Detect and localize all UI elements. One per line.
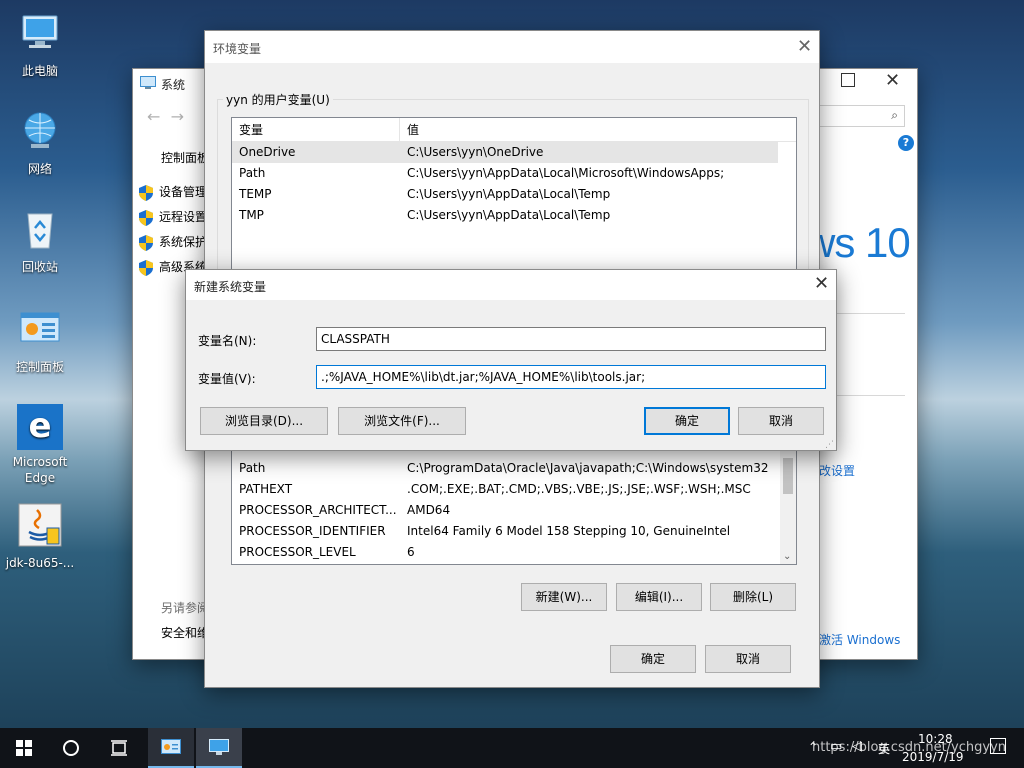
desktop-icon-network[interactable]: 网络 <box>2 108 78 177</box>
edit-variable-button[interactable]: 编辑(I)... <box>616 583 702 611</box>
close-button[interactable]: ✕ <box>885 70 900 91</box>
control-panel-icon <box>161 739 181 754</box>
column-header-value[interactable]: 值 <box>400 118 778 141</box>
resize-grip-icon[interactable]: ⋰ <box>825 440 834 450</box>
desktop-icon-this-pc[interactable]: 此电脑 <box>2 10 78 79</box>
search-box[interactable]: ⌕ <box>817 105 905 127</box>
delete-variable-button[interactable]: 删除(L) <box>710 583 796 611</box>
env-window-title: 环境变量 <box>213 42 262 56</box>
side-link-device-manager[interactable]: 设备管理 <box>139 183 207 201</box>
new-system-variable-dialog: 新建系统变量 ✕ 变量名(N): CLASSPATH 变量值(V): .;%JA… <box>185 269 837 451</box>
help-icon[interactable]: ? <box>898 135 914 151</box>
shield-icon <box>139 209 153 226</box>
windows-start-icon[interactable] <box>16 740 32 756</box>
scrollbar-thumb[interactable] <box>783 458 793 494</box>
taskbar-app-system[interactable] <box>196 728 242 768</box>
env-ok-button[interactable]: 确定 <box>610 645 696 673</box>
system-vars-list[interactable]: Path C:\ProgramData\Oracle\Java\javapath… <box>231 445 797 565</box>
task-view-icon[interactable] <box>110 740 128 756</box>
nav-arrows: ← → <box>147 107 184 126</box>
scrollbar[interactable]: ⌄ <box>780 446 796 564</box>
desktop-icon-label: 回收站 <box>21 260 58 274</box>
java-installer-icon <box>18 503 62 547</box>
watermark-text: https://blog.csdn.net/ychgyyn <box>812 740 1007 755</box>
maximize-button[interactable] <box>841 73 855 87</box>
table-row[interactable]: TMP C:\Users\yyn\AppData\Local\Temp <box>232 205 796 226</box>
control-panel-icon <box>20 312 60 342</box>
activate-windows-link[interactable]: 激活 Windows <box>819 631 900 648</box>
variable-value-field[interactable]: .;%JAVA_HOME%\lib\dt.jar;%JAVA_HOME%\lib… <box>316 365 826 389</box>
desktop-icon-jdk-installer[interactable]: jdk-8u65-... <box>2 502 78 571</box>
browse-file-button[interactable]: 浏览文件(F)... <box>338 407 466 435</box>
dialog-title-bar: 新建系统变量 ✕ <box>186 270 836 300</box>
shield-icon <box>139 234 153 251</box>
table-row[interactable]: PROCESSOR_ARCHITECT... AMD64 <box>232 500 796 521</box>
recycle-bin-icon <box>27 213 53 249</box>
chevron-down-icon[interactable]: ⌄ <box>783 551 791 562</box>
variable-name-field[interactable]: CLASSPATH <box>316 327 826 351</box>
desktop-icon-label: jdk-8u65-... <box>5 556 75 570</box>
windows-brand-text: ws 10 <box>805 219 911 266</box>
cortana-search-icon[interactable] <box>63 740 79 756</box>
user-vars-group-label: yyn 的用户变量(U) <box>223 91 333 108</box>
computer-icon <box>209 739 229 755</box>
side-link-system-protection[interactable]: 系统保护 <box>139 233 207 251</box>
back-arrow-icon[interactable]: ← <box>147 107 160 126</box>
shield-icon <box>139 259 153 276</box>
variable-name-label: 变量名(N): <box>198 334 257 348</box>
desktop-icon-label: 此电脑 <box>21 64 58 78</box>
env-title-bar: 环境变量 ✕ <box>205 31 819 63</box>
shield-icon <box>139 184 153 201</box>
computer-icon <box>22 15 58 48</box>
browse-directory-button[interactable]: 浏览目录(D)... <box>200 407 328 435</box>
variable-value-label: 变量值(V): <box>198 372 256 386</box>
table-row[interactable]: PROCESSOR_IDENTIFIER Intel64 Family 6 Mo… <box>232 521 796 542</box>
new-variable-button[interactable]: 新建(W)... <box>521 583 607 611</box>
change-settings-link[interactable]: 改设置 <box>819 462 855 479</box>
desktop-icon-control-panel[interactable]: 控制面板 <box>2 306 78 375</box>
desktop-icon-edge[interactable]: e Microsoft Edge <box>2 404 78 486</box>
side-link-remote-settings[interactable]: 远程设置 <box>139 208 207 226</box>
desktop-icon-label: 网络 <box>27 162 52 176</box>
desktop-icon-label: 控制面板 <box>15 360 64 374</box>
edge-icon: e <box>17 404 63 450</box>
table-row[interactable]: PROCESSOR_LEVEL 6 <box>232 542 796 563</box>
table-row[interactable]: Path C:\ProgramData\Oracle\Java\javapath… <box>232 458 796 479</box>
taskbar: ⌃ ▭ ◁ 英 10:28 2019/7/19 https://blog.csd… <box>0 728 1024 768</box>
dialog-cancel-button[interactable]: 取消 <box>738 407 824 435</box>
control-panel-link[interactable]: 控制面板 <box>161 149 209 166</box>
user-vars-list[interactable]: 变量 值 OneDrive C:\Users\yyn\OneDrive Path… <box>231 117 797 275</box>
table-row[interactable]: TEMP C:\Users\yyn\AppData\Local\Temp <box>232 184 796 205</box>
list-header: 变量 值 <box>232 118 796 142</box>
security-link[interactable]: 安全和维 <box>161 624 209 641</box>
system-window-title: 系统 <box>161 78 186 92</box>
close-button[interactable]: ✕ <box>814 273 829 294</box>
table-row[interactable]: OneDrive C:\Users\yyn\OneDrive <box>232 142 778 163</box>
forward-arrow-icon[interactable]: → <box>171 107 184 126</box>
table-row[interactable]: Path C:\Users\yyn\AppData\Local\Microsof… <box>232 163 796 184</box>
dialog-title: 新建系统变量 <box>194 280 267 294</box>
taskbar-app-control-panel[interactable] <box>148 728 194 768</box>
desktop-icon-recycle-bin[interactable]: 回收站 <box>2 206 78 275</box>
close-button[interactable]: ✕ <box>797 36 812 57</box>
network-icon <box>24 112 56 148</box>
system-window-icon <box>140 76 156 89</box>
see-also-label: 另请参阅 <box>161 601 210 615</box>
env-cancel-button[interactable]: 取消 <box>705 645 791 673</box>
dialog-ok-button[interactable]: 确定 <box>644 407 730 435</box>
search-icon: ⌕ <box>891 108 898 122</box>
column-header-variable[interactable]: 变量 <box>232 118 400 141</box>
table-row[interactable]: PATHEXT .COM;.EXE;.BAT;.CMD;.VBS;.VBE;.J… <box>232 479 796 500</box>
desktop-icon-label: Microsoft Edge <box>12 455 68 485</box>
